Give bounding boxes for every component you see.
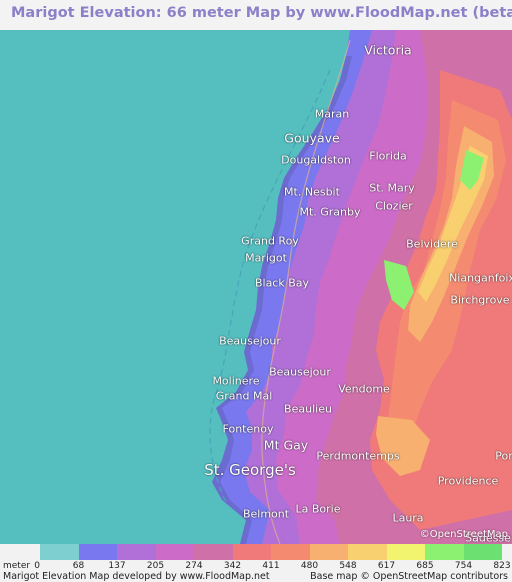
legend-swatch <box>425 544 464 560</box>
place-black-bay[interactable]: Black Bay <box>255 277 309 290</box>
place-belvidere[interactable]: Belvidere <box>406 238 458 251</box>
title-bar: Marigot Elevation: 66 meter Map by www.F… <box>0 0 512 30</box>
place-mt-gay[interactable]: Mt Gay <box>264 438 308 453</box>
place-fontenoy[interactable]: Fontenoy <box>223 423 274 436</box>
place-vendome[interactable]: Vendome <box>338 383 390 396</box>
map-title: Marigot Elevation: 66 meter Map by www.F… <box>11 5 512 21</box>
elevation-map[interactable]: Victoria Maran Gouyave Dougaldston Flori… <box>0 30 512 544</box>
legend-tick-label: 0 <box>34 561 40 571</box>
place-la-borie[interactable]: La Borie <box>296 503 341 516</box>
legend-swatch <box>155 544 194 560</box>
legend-swatch <box>78 544 117 560</box>
legend-tick-label: 137 <box>108 561 126 571</box>
place-grand-roy[interactable]: Grand Roy <box>241 235 299 248</box>
legend-swatch <box>40 544 79 560</box>
legend-tick-label: 823 <box>493 561 511 571</box>
osm-badge: ©OpenStreetMap <box>419 529 508 540</box>
place-molinere[interactable]: Molinere <box>212 375 259 388</box>
place-beausejour-west[interactable]: Beausejour <box>219 335 281 348</box>
legend-tick-label: 68 <box>72 561 85 571</box>
legend-swatches <box>40 544 502 560</box>
legend-swatch <box>309 544 348 560</box>
legend-swatch <box>463 544 502 560</box>
elevation-legend: meter 0 68 137 205 274 342 411 480 548 617 685 754 8… <box>0 544 512 582</box>
place-nianganfoix[interactable]: Nianganfoix <box>449 272 512 285</box>
legend-tick-label: 548 <box>339 561 357 571</box>
legend-swatch <box>117 544 156 560</box>
legend-swatch <box>232 544 271 560</box>
place-st-mary[interactable]: St. Mary <box>369 182 415 195</box>
place-clozier[interactable]: Clozier <box>375 200 413 213</box>
place-st-georges[interactable]: St. George's <box>204 461 296 479</box>
place-marigot[interactable]: Marigot <box>245 252 287 265</box>
credit-floodmap: Marigot Elevation Map developed by www.F… <box>3 571 270 582</box>
place-mt-granby[interactable]: Mt. Granby <box>299 206 360 219</box>
place-victoria[interactable]: Victoria <box>364 43 411 58</box>
place-perdmontemps[interactable]: Perdmontemps <box>316 450 399 463</box>
credit-osm: Base map © OpenStreetMap contributors <box>310 571 508 582</box>
legend-tick-label: 342 <box>223 561 242 571</box>
place-beaulieu[interactable]: Beaulieu <box>284 403 332 416</box>
legend-tick-label: 205 <box>146 561 165 571</box>
place-por[interactable]: Por <box>495 450 512 463</box>
legend-swatch <box>348 544 387 560</box>
legend-tick-label: 754 <box>454 561 473 571</box>
legend-unit: meter <box>3 561 31 571</box>
place-laura[interactable]: Laura <box>392 512 423 525</box>
legend-tick-label: 411 <box>262 561 280 571</box>
legend-tick-label: 685 <box>416 561 434 571</box>
legend-swatch <box>194 544 233 560</box>
place-grand-mal[interactable]: Grand Mal <box>216 390 273 403</box>
legend-swatch <box>271 544 310 560</box>
legend-tick-label: 617 <box>377 561 396 571</box>
place-beausejour[interactable]: Beausejour <box>269 366 331 379</box>
place-gouyave[interactable]: Gouyave <box>284 131 339 146</box>
legend-swatch <box>386 544 425 560</box>
place-maran[interactable]: Maran <box>315 108 349 121</box>
place-mt-nesbit[interactable]: Mt. Nesbit <box>284 186 340 199</box>
place-birchgrove[interactable]: Birchgrove <box>450 294 509 307</box>
place-florida[interactable]: Florida <box>369 150 406 163</box>
legend-tick-label: 480 <box>300 561 319 571</box>
place-providence[interactable]: Providence <box>438 475 499 488</box>
legend-tick-label: 274 <box>185 561 203 571</box>
place-dougaldston[interactable]: Dougaldston <box>281 154 351 167</box>
place-belmont[interactable]: Belmont <box>243 508 289 521</box>
